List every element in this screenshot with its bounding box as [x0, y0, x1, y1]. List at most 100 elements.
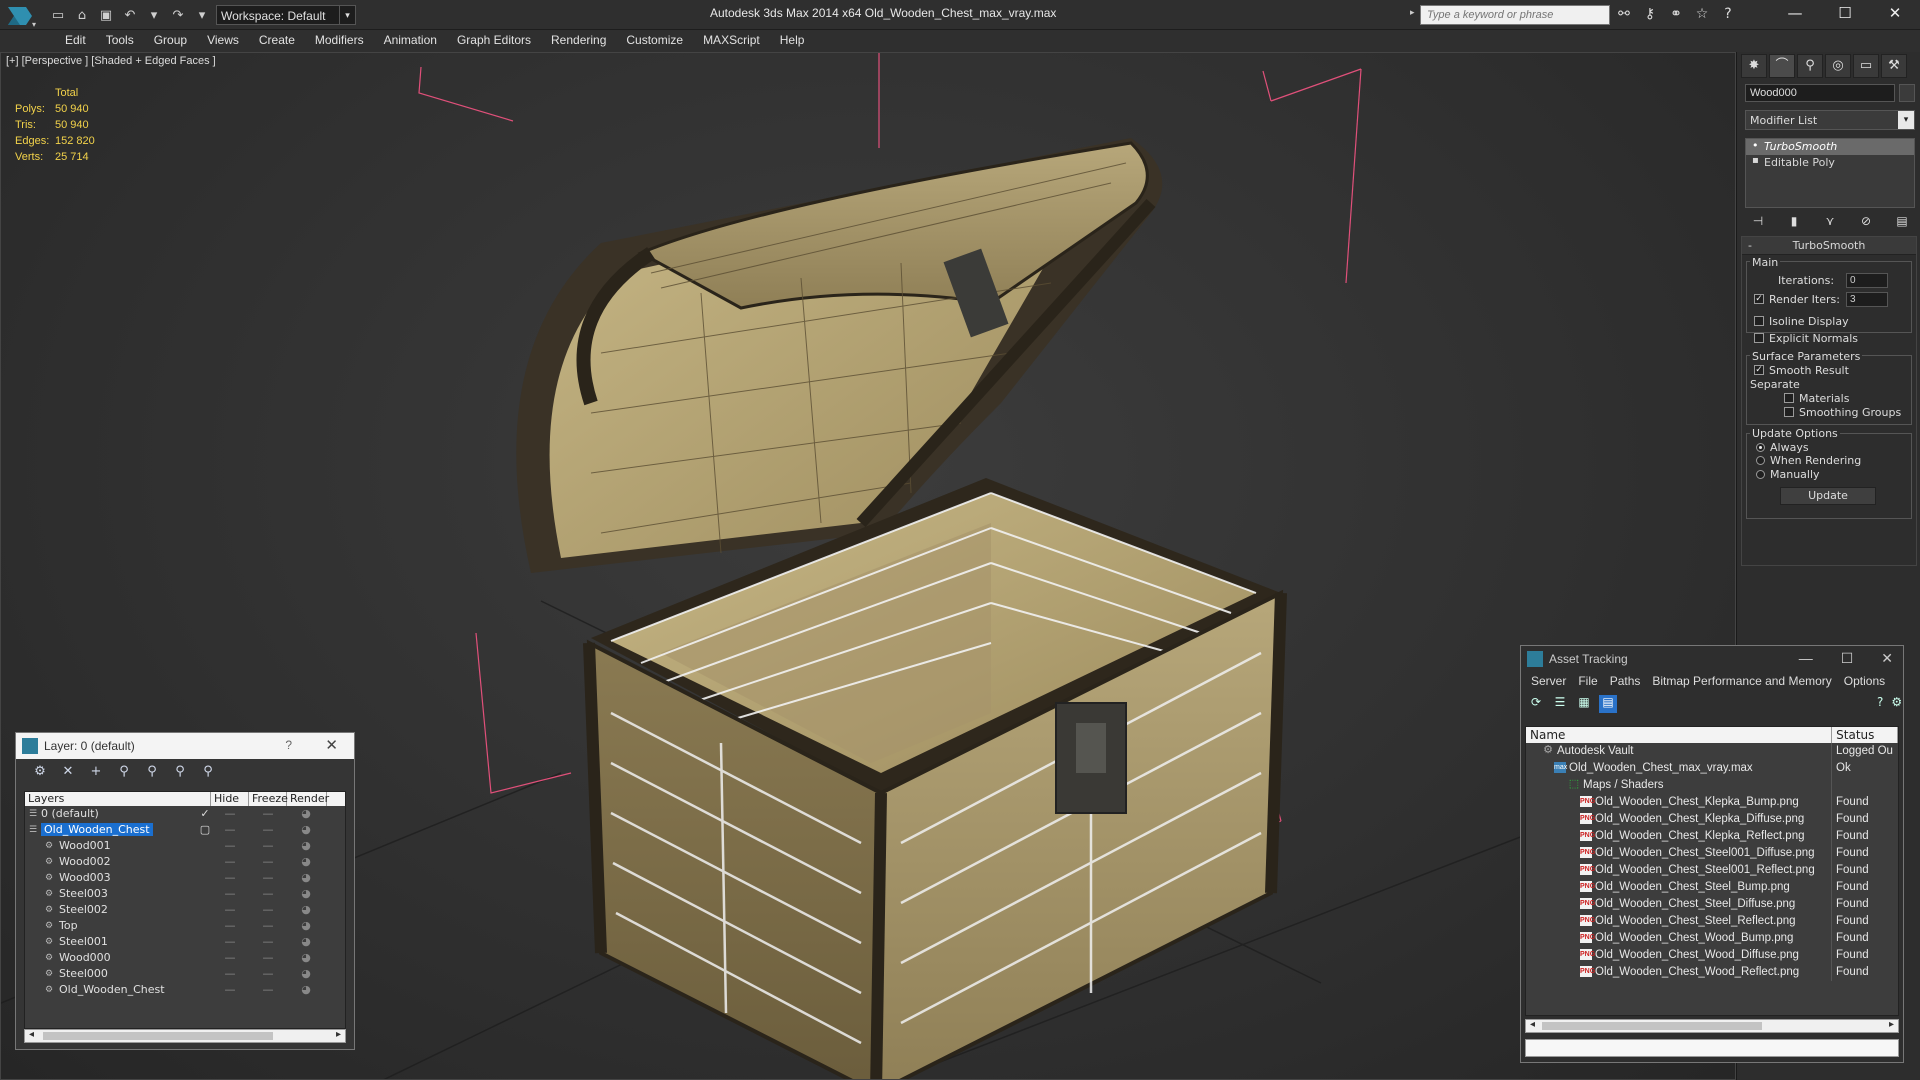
- help-icon[interactable]: ?: [285, 738, 292, 752]
- menu-rendering[interactable]: Rendering: [541, 30, 616, 52]
- redo-icon[interactable]: ↷: [168, 6, 188, 24]
- undo-icon[interactable]: ↶: [120, 6, 140, 24]
- thumbnail-view-icon[interactable]: ▦: [1575, 695, 1593, 713]
- object-name-field[interactable]: [1745, 84, 1895, 102]
- smooth-result-checkbox[interactable]: ✓ Smooth Result: [1754, 364, 1849, 377]
- render-iters-spinner[interactable]: [1846, 292, 1888, 307]
- delete-layer-icon[interactable]: ✕: [58, 764, 78, 782]
- asset-row[interactable]: max Old_Wooden_Chest_max_vray.max Ok: [1526, 760, 1898, 777]
- current-layer-flag[interactable]: [199, 982, 211, 998]
- scroll-left-icon[interactable]: ◂: [1530, 1019, 1535, 1030]
- column-freeze[interactable]: Freeze: [249, 792, 288, 806]
- hide-toggle[interactable]: —: [211, 934, 249, 950]
- isoline-display-checkbox[interactable]: Isoline Display: [1754, 315, 1849, 328]
- layer-row[interactable]: ⚙ Wood003— — ◕: [25, 870, 345, 886]
- materials-checkbox[interactable]: Materials: [1784, 392, 1849, 405]
- asset-row[interactable]: PNGOld_Wooden_Chest_Wood_Bump.png Found: [1526, 930, 1898, 947]
- layer-row[interactable]: ⚙ Steel001— — ◕: [25, 934, 345, 950]
- binoculars-icon[interactable]: ⚯: [1614, 6, 1634, 24]
- menu-group[interactable]: Group: [144, 30, 197, 52]
- horizontal-scrollbar[interactable]: ◂ ▸: [24, 1029, 346, 1043]
- table-view-icon[interactable]: ▤: [1599, 695, 1617, 713]
- hide-toggle[interactable]: —: [211, 822, 249, 838]
- asset-row[interactable]: PNGOld_Wooden_Chest_Wood_Diffuse.png Foun…: [1526, 947, 1898, 964]
- when-rendering-radio[interactable]: When Rendering: [1756, 454, 1861, 467]
- layer-row[interactable]: ☰ 0 (default) ✓ — — ◕: [25, 806, 345, 822]
- always-radio[interactable]: Always: [1756, 441, 1809, 454]
- horizontal-scrollbar[interactable]: ◂ ▸: [1525, 1019, 1899, 1033]
- asset-menu-options[interactable]: Options: [1838, 672, 1891, 692]
- modifier-list-dropdown[interactable]: Modifier List ▾: [1745, 110, 1915, 130]
- minimize-icon[interactable]: —: [1799, 650, 1813, 667]
- current-layer-flag[interactable]: ▢: [199, 822, 211, 838]
- undo-dropdown-icon[interactable]: ▾: [144, 6, 164, 24]
- menu-graph-editors[interactable]: Graph Editors: [447, 30, 541, 52]
- layer-row[interactable]: ⚙ Top — — ◕: [25, 918, 345, 934]
- hide-toggle[interactable]: —: [211, 950, 249, 966]
- iterations-spinner[interactable]: [1846, 273, 1888, 288]
- search-input[interactable]: [1420, 5, 1610, 25]
- scroll-right-icon[interactable]: ▸: [336, 1029, 341, 1040]
- hide-toggle[interactable]: —: [211, 982, 249, 998]
- hide-toggle[interactable]: —: [211, 966, 249, 982]
- layer-row[interactable]: ⚙ Steel003— — ◕: [25, 886, 345, 902]
- asset-menu-bitmap-performance-and-memory[interactable]: Bitmap Performance and Memory: [1646, 672, 1837, 692]
- column-status[interactable]: Status: [1832, 727, 1898, 743]
- menu-edit[interactable]: Edit: [55, 30, 96, 52]
- remove-modifier-icon[interactable]: ⊘: [1857, 214, 1875, 232]
- layer-row[interactable]: ☰ Old_Wooden_Chest ▢ — — ◕: [25, 822, 345, 838]
- asset-row[interactable]: PNGOld_Wooden_Chest_Klepka_Bump.png Found: [1526, 794, 1898, 811]
- scroll-thumb[interactable]: [43, 1032, 273, 1040]
- hide-toggle[interactable]: —: [211, 886, 249, 902]
- scroll-thumb[interactable]: [1542, 1022, 1762, 1030]
- asset-row[interactable]: ⬚ Maps / Shaders: [1526, 777, 1898, 794]
- key-icon[interactable]: ⚷: [1640, 6, 1660, 24]
- set-current-layer-icon[interactable]: ⚲: [170, 764, 190, 782]
- rollout-header[interactable]: - TurboSmooth: [1742, 237, 1916, 255]
- menu-views[interactable]: Views: [197, 30, 249, 52]
- render-iters-row[interactable]: ✓ Render Iters:: [1754, 293, 1840, 306]
- render-toggle[interactable]: ◕: [287, 854, 325, 870]
- smoothing-groups-checkbox[interactable]: Smoothing Groups: [1784, 406, 1901, 419]
- asset-menu-file[interactable]: File: [1572, 672, 1603, 692]
- help-icon[interactable]: ?: [1718, 6, 1738, 24]
- scroll-left-icon[interactable]: ◂: [29, 1029, 34, 1040]
- maximize-icon[interactable]: ☐: [1820, 0, 1870, 28]
- freeze-toggle[interactable]: —: [249, 822, 287, 838]
- show-end-result-icon[interactable]: ▮: [1785, 214, 1803, 232]
- help-icon[interactable]: ?: [1877, 695, 1883, 713]
- current-layer-flag[interactable]: [199, 950, 211, 966]
- current-layer-flag[interactable]: [199, 838, 211, 854]
- render-toggle[interactable]: ◕: [287, 886, 325, 902]
- people-icon[interactable]: ⚭: [1666, 6, 1686, 24]
- display-tab-icon[interactable]: ▭: [1853, 54, 1879, 78]
- current-layer-flag[interactable]: [199, 902, 211, 918]
- freeze-toggle[interactable]: —: [249, 966, 287, 982]
- asset-row[interactable]: PNGOld_Wooden_Chest_Steel001_Reflect.png…: [1526, 862, 1898, 879]
- hide-toggle[interactable]: —: [211, 838, 249, 854]
- freeze-toggle[interactable]: —: [249, 806, 287, 822]
- layer-row[interactable]: ⚙ Wood001— — ◕: [25, 838, 345, 854]
- current-layer-flag[interactable]: [199, 870, 211, 886]
- render-toggle[interactable]: ◕: [287, 870, 325, 886]
- hide-toggle[interactable]: —: [211, 854, 249, 870]
- freeze-toggle[interactable]: —: [249, 838, 287, 854]
- new-file-icon[interactable]: ▭: [48, 6, 68, 24]
- menu-animation[interactable]: Animation: [374, 30, 447, 52]
- select-objects-icon[interactable]: ⚲: [142, 764, 162, 782]
- asset-row[interactable]: PNGOld_Wooden_Chest_Klepka_Reflect.png Fo…: [1526, 828, 1898, 845]
- settings-icon[interactable]: ⚙: [1891, 695, 1902, 713]
- hide-toggle[interactable]: —: [211, 806, 249, 822]
- freeze-toggle[interactable]: —: [249, 854, 287, 870]
- current-layer-flag[interactable]: [199, 966, 211, 982]
- asset-row[interactable]: ⚙ Autodesk Vault Logged Ou: [1526, 743, 1898, 760]
- layer-row[interactable]: ⚙ Steel000— — ◕: [25, 966, 345, 982]
- render-toggle[interactable]: ◕: [287, 934, 325, 950]
- asset-row[interactable]: PNGOld_Wooden_Chest_Steel_Bump.png Found: [1526, 879, 1898, 896]
- close-icon[interactable]: ✕: [1881, 650, 1893, 667]
- hide-toggle[interactable]: —: [211, 902, 249, 918]
- layer-row[interactable]: ⚙ Old_Wooden_Chest — — ◕: [25, 982, 345, 998]
- hierarchy-tab-icon[interactable]: ⚲: [1797, 54, 1823, 78]
- freeze-toggle[interactable]: —: [249, 982, 287, 998]
- stack-item-editable-poly[interactable]: Editable Poly: [1746, 155, 1914, 171]
